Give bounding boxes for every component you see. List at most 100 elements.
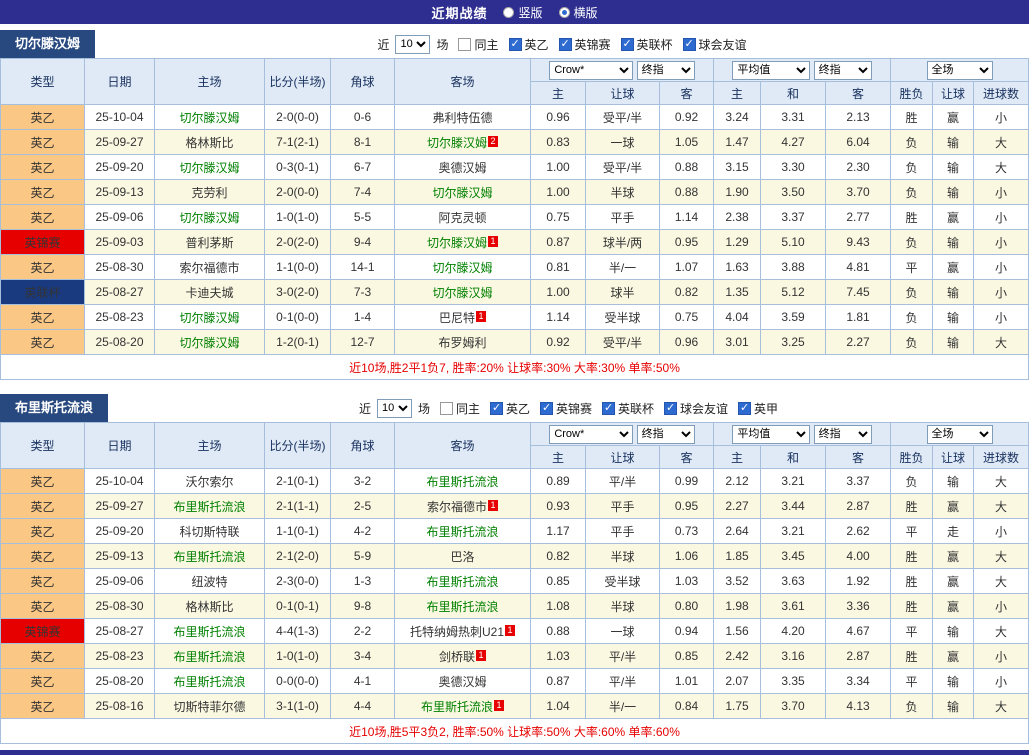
home-team-link[interactable]: 布里斯托流浪 bbox=[173, 625, 245, 639]
away-team-link[interactable]: 布里斯托流浪 bbox=[421, 700, 493, 714]
scope-select[interactable]: 全场 bbox=[927, 61, 993, 80]
league-type-cell[interactable]: 英乙 bbox=[1, 180, 85, 205]
home-team-link[interactable]: 布里斯托流浪 bbox=[173, 650, 245, 664]
away-team-link[interactable]: 布罗姆利 bbox=[438, 336, 486, 350]
league-type-cell[interactable]: 英乙 bbox=[1, 155, 85, 180]
filter-option[interactable]: 英锦赛 bbox=[559, 36, 611, 53]
away-team-link[interactable]: 托特纳姆热刺U21 bbox=[410, 625, 504, 639]
asia-final-odds-select[interactable]: 终指 bbox=[637, 425, 695, 444]
checkbox-icon[interactable] bbox=[509, 38, 522, 51]
filter-option[interactable]: 英乙 bbox=[490, 400, 530, 417]
league-type-cell[interactable]: 英乙 bbox=[1, 255, 85, 280]
match-score[interactable]: 0-3(0-1) bbox=[265, 155, 331, 180]
league-type-cell[interactable]: 英乙 bbox=[1, 694, 85, 719]
home-team-link[interactable]: 纽波特 bbox=[191, 575, 227, 589]
filter-option[interactable]: 同主 bbox=[458, 36, 498, 53]
away-team-link[interactable]: 布里斯托流浪 bbox=[426, 525, 498, 539]
checkbox-icon[interactable] bbox=[738, 402, 751, 415]
away-team-link[interactable]: 切尔滕汉姆 bbox=[432, 286, 492, 300]
match-score[interactable]: 1-1(0-1) bbox=[265, 519, 331, 544]
home-team-link[interactable]: 切斯特菲尔德 bbox=[173, 700, 245, 714]
home-team-link[interactable]: 索尔福德市 bbox=[179, 261, 239, 275]
home-team-link[interactable]: 切尔滕汉姆 bbox=[179, 161, 239, 175]
league-type-cell[interactable]: 英乙 bbox=[1, 544, 85, 569]
away-team-link[interactable]: 切尔滕汉姆 bbox=[432, 186, 492, 200]
league-type-cell[interactable]: 英乙 bbox=[1, 594, 85, 619]
league-type-cell[interactable]: 英乙 bbox=[1, 519, 85, 544]
match-score[interactable]: 3-0(2-0) bbox=[265, 280, 331, 305]
away-team-link[interactable]: 索尔福德市 bbox=[427, 500, 487, 514]
radio-horizontal-icon[interactable] bbox=[559, 7, 570, 18]
match-score[interactable]: 4-4(1-3) bbox=[265, 619, 331, 644]
home-team-link[interactable]: 普利茅斯 bbox=[185, 236, 233, 250]
away-team-link[interactable]: 奥德汉姆 bbox=[438, 161, 486, 175]
away-team-link[interactable]: 切尔滕汉姆 bbox=[432, 261, 492, 275]
home-team-link[interactable]: 格林斯比 bbox=[185, 600, 233, 614]
filter-option[interactable]: 英乙 bbox=[509, 36, 549, 53]
asia-final-odds-select[interactable]: 终指 bbox=[637, 61, 695, 80]
away-team-link[interactable]: 剑桥联 bbox=[439, 650, 475, 664]
filter-option[interactable]: 球会友谊 bbox=[664, 400, 728, 417]
matches-count-select[interactable]: 10 bbox=[377, 399, 412, 418]
league-type-cell[interactable]: 英乙 bbox=[1, 330, 85, 355]
home-team-link[interactable]: 布里斯托流浪 bbox=[173, 675, 245, 689]
away-team-link[interactable]: 巴洛 bbox=[450, 550, 474, 564]
euro-final-odds-select[interactable]: 终指 bbox=[814, 425, 872, 444]
checkbox-icon[interactable] bbox=[458, 38, 471, 51]
checkbox-icon[interactable] bbox=[664, 402, 677, 415]
match-score[interactable]: 1-0(1-0) bbox=[265, 205, 331, 230]
away-team-link[interactable]: 奥德汉姆 bbox=[438, 675, 486, 689]
checkbox-icon[interactable] bbox=[602, 402, 615, 415]
league-type-cell[interactable]: 英乙 bbox=[1, 305, 85, 330]
matches-count-select[interactable]: 10 bbox=[395, 35, 430, 54]
match-score[interactable]: 7-1(2-1) bbox=[265, 130, 331, 155]
checkbox-icon[interactable] bbox=[540, 402, 553, 415]
away-team-link[interactable]: 巴尼特 bbox=[439, 311, 475, 325]
match-score[interactable]: 2-3(0-0) bbox=[265, 569, 331, 594]
home-team-link[interactable]: 切尔滕汉姆 bbox=[179, 211, 239, 225]
filter-option[interactable]: 英联杯 bbox=[602, 400, 654, 417]
filter-option[interactable]: 英甲 bbox=[738, 400, 778, 417]
filter-option[interactable]: 英锦赛 bbox=[540, 400, 592, 417]
home-team-link[interactable]: 切尔滕汉姆 bbox=[179, 311, 239, 325]
home-team-link[interactable]: 切尔滕汉姆 bbox=[179, 111, 239, 125]
home-team-link[interactable]: 切尔滕汉姆 bbox=[179, 336, 239, 350]
match-score[interactable]: 2-1(2-0) bbox=[265, 544, 331, 569]
match-score[interactable]: 1-2(0-1) bbox=[265, 330, 331, 355]
match-score[interactable]: 2-0(0-0) bbox=[265, 180, 331, 205]
league-type-cell[interactable]: 英锦赛 bbox=[1, 230, 85, 255]
league-type-cell[interactable]: 英锦赛 bbox=[1, 619, 85, 644]
match-score[interactable]: 0-1(0-1) bbox=[265, 594, 331, 619]
away-team-link[interactable]: 切尔滕汉姆 bbox=[427, 236, 487, 250]
home-team-link[interactable]: 科切斯特联 bbox=[179, 525, 239, 539]
bookmaker-select[interactable]: Crow* bbox=[549, 61, 633, 80]
away-team-link[interactable]: 布里斯托流浪 bbox=[426, 475, 498, 489]
euro-final-odds-select[interactable]: 终指 bbox=[814, 61, 872, 80]
home-team-link[interactable]: 格林斯比 bbox=[185, 136, 233, 150]
checkbox-icon[interactable] bbox=[621, 38, 634, 51]
away-team-link[interactable]: 布里斯托流浪 bbox=[426, 575, 498, 589]
league-type-cell[interactable]: 英乙 bbox=[1, 469, 85, 494]
away-team-link[interactable]: 切尔滕汉姆 bbox=[427, 136, 487, 150]
checkbox-icon[interactable] bbox=[490, 402, 503, 415]
bookmaker-select[interactable]: Crow* bbox=[549, 425, 633, 444]
match-score[interactable]: 0-0(0-0) bbox=[265, 669, 331, 694]
match-score[interactable]: 2-0(0-0) bbox=[265, 105, 331, 130]
radio-vertical-option[interactable]: 竖版 bbox=[503, 4, 542, 21]
average-odds-select[interactable]: 平均值 bbox=[732, 61, 810, 80]
checkbox-icon[interactable] bbox=[559, 38, 572, 51]
league-type-cell[interactable]: 英乙 bbox=[1, 669, 85, 694]
league-type-cell[interactable]: 英乙 bbox=[1, 644, 85, 669]
match-score[interactable]: 3-1(1-0) bbox=[265, 694, 331, 719]
home-team-link[interactable]: 沃尔索尔 bbox=[185, 475, 233, 489]
match-score[interactable]: 2-1(0-1) bbox=[265, 469, 331, 494]
match-score[interactable]: 1-1(0-0) bbox=[265, 255, 331, 280]
home-team-link[interactable]: 卡迪夫城 bbox=[185, 286, 233, 300]
filter-option[interactable]: 英联杯 bbox=[621, 36, 673, 53]
checkbox-icon[interactable] bbox=[683, 38, 696, 51]
match-score[interactable]: 1-0(1-0) bbox=[265, 644, 331, 669]
away-team-link[interactable]: 布里斯托流浪 bbox=[426, 600, 498, 614]
league-type-cell[interactable]: 英乙 bbox=[1, 494, 85, 519]
filter-option[interactable]: 球会友谊 bbox=[683, 36, 747, 53]
away-team-link[interactable]: 弗利特伍德 bbox=[432, 111, 492, 125]
